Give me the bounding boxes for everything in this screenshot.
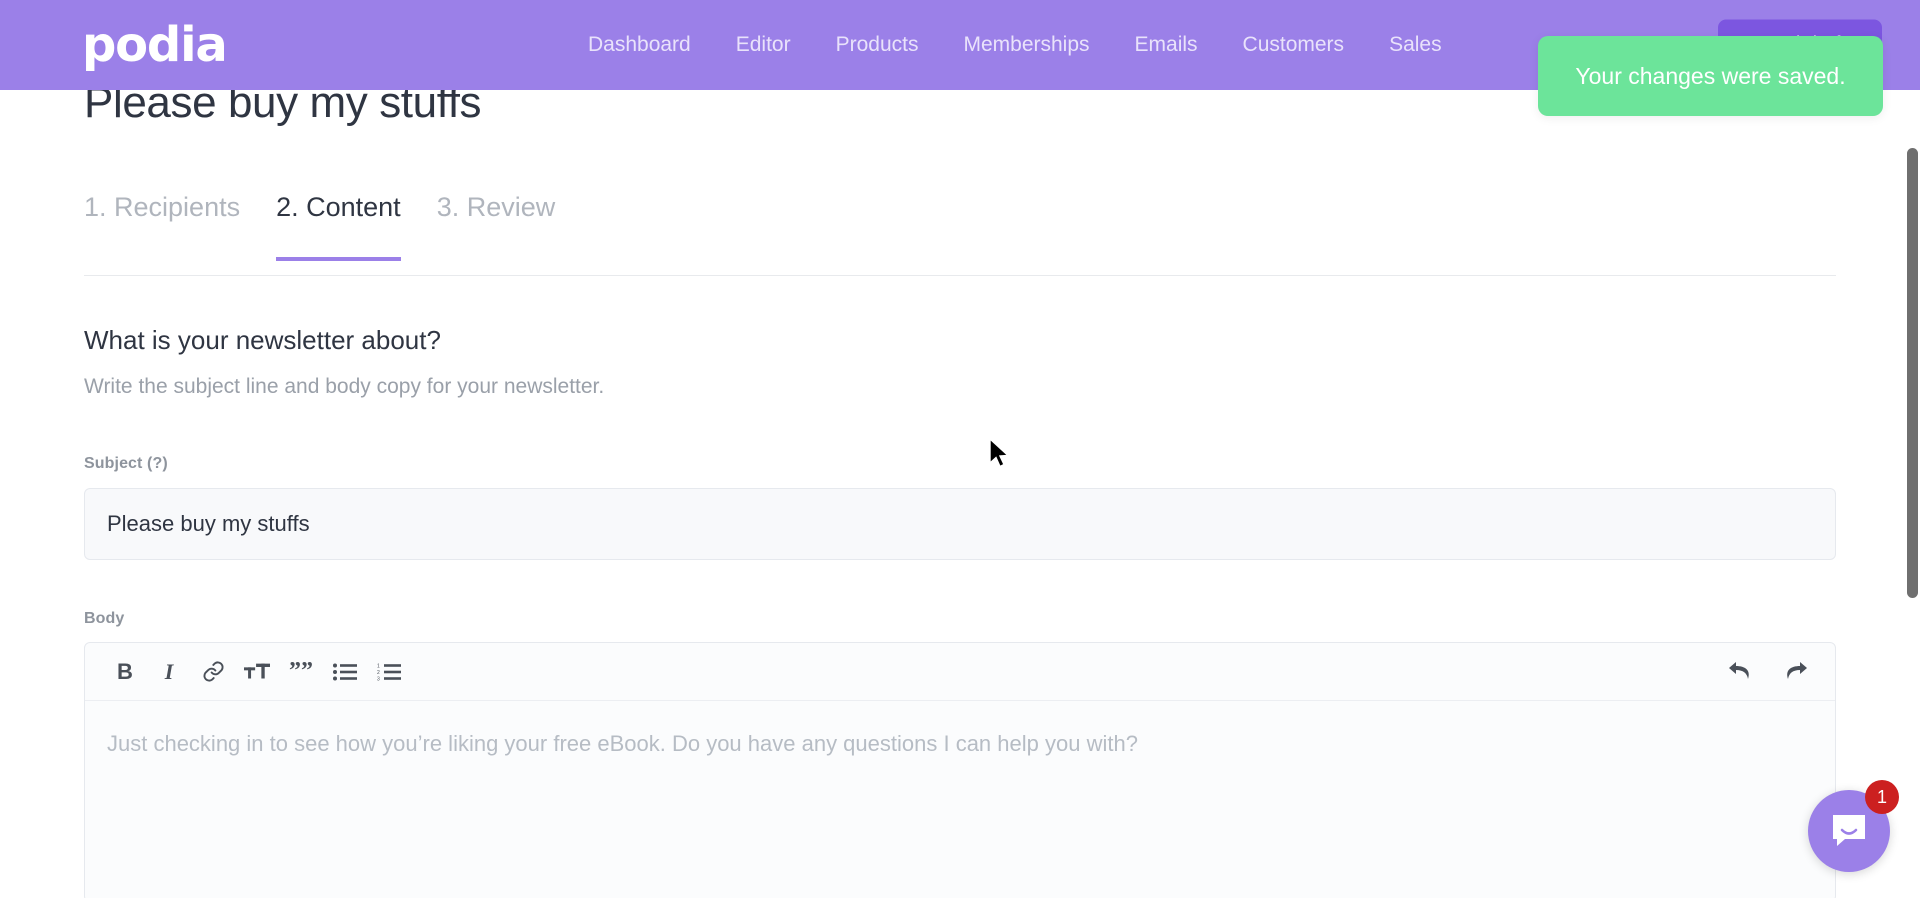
bullet-list-icon[interactable] [323,650,367,694]
nav-item-dashboard[interactable]: Dashboard [588,33,691,57]
svg-text:3: 3 [377,676,380,681]
nav-item-products[interactable]: Products [836,33,919,57]
chat-bubble-icon [1833,815,1865,846]
quote-button[interactable]: ”” [279,650,323,694]
status-toast: Your changes were saved. [1538,36,1883,116]
podia-logo[interactable]: podia [82,21,228,69]
body-placeholder[interactable]: Just checking in to see how you’re likin… [85,701,1835,788]
tab-recipients[interactable]: 1. Recipients [84,192,240,261]
tabs-divider [84,275,1836,276]
tab-review[interactable]: 3. Review [437,192,556,261]
body-label: Body [84,610,125,627]
undo-icon[interactable] [1719,650,1763,694]
nav-item-customers[interactable]: Customers [1243,33,1345,57]
tab-content[interactable]: 2. Content [276,192,401,261]
main-nav-links: Dashboard Editor Products Memberships Em… [588,33,1442,57]
nav-item-memberships[interactable]: Memberships [963,33,1089,57]
section-heading: What is your newsletter about? [84,325,441,355]
editor-history-controls [1719,643,1817,701]
section-description: Write the subject line and body copy for… [84,375,605,398]
subject-input[interactable] [84,488,1836,560]
toast-message: Your changes were saved. [1575,62,1846,89]
italic-button[interactable]: I [147,650,191,694]
heading-button[interactable] [235,650,279,694]
page-scrollbar-thumb[interactable] [1907,148,1918,598]
nav-item-sales[interactable]: Sales [1389,33,1442,57]
chat-unread-badge: 1 [1865,780,1899,814]
editor-toolbar: B I ”” 1 2 3 [85,643,1835,701]
body-editor: B I ”” 1 2 3 Just checking in to see how… [84,642,1836,898]
svg-text:1: 1 [377,663,380,669]
redo-icon[interactable] [1773,650,1817,694]
nav-item-emails[interactable]: Emails [1135,33,1198,57]
numbered-list-icon[interactable]: 1 2 3 [367,650,411,694]
bold-button[interactable]: B [103,650,147,694]
nav-item-editor[interactable]: Editor [736,33,791,57]
step-tabs: 1. Recipients 2. Content 3. Review [84,192,591,261]
svg-text:2: 2 [377,670,380,676]
subject-label: Subject (?) [84,455,168,472]
link-icon[interactable] [191,650,235,694]
page-content: Please buy my stuffs 1. Recipients 2. Co… [0,0,1920,898]
app-root: Please buy my stuffs 1. Recipients 2. Co… [0,0,1920,898]
